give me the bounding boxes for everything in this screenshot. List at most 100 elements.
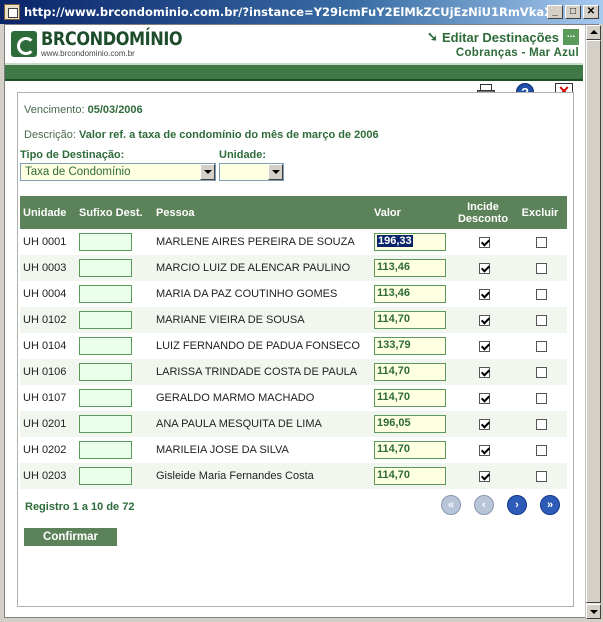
- scroll-up-button[interactable]: [586, 25, 601, 40]
- excluir-checkbox[interactable]: [536, 288, 547, 300]
- table-row: UH 0004 MARIA DA PAZ COUTINHO GOMES 113,46: [20, 281, 567, 307]
- valor-input[interactable]: 133,79: [374, 337, 446, 355]
- cell-unidade: UH 0107: [20, 385, 76, 411]
- excluir-checkbox[interactable]: [536, 262, 547, 274]
- col-unidade: Unidade: [20, 196, 76, 229]
- cell-unidade: UH 0004: [20, 281, 76, 307]
- col-incide-desconto: Incide Desconto: [453, 196, 513, 229]
- page-header: BRCONDOMÍNIO www.brcondominio.com.br ➘ E…: [5, 25, 583, 63]
- scroll-down-button[interactable]: [586, 604, 601, 619]
- brand-name: BRCONDOMÍNIO: [41, 28, 183, 50]
- cell-pessoa: GERALDO MARMO MACHADO: [153, 385, 371, 411]
- more-options-button[interactable]: ...: [563, 29, 579, 45]
- sufixo-input[interactable]: [79, 389, 132, 407]
- valor-input[interactable]: 114,70: [374, 441, 446, 459]
- valor-input[interactable]: 114,70: [374, 467, 446, 485]
- tipo-destinacao-select[interactable]: Taxa de Condomínio: [20, 163, 216, 181]
- chevron-down-icon[interactable]: [200, 164, 215, 180]
- incide-desconto-checkbox[interactable]: [479, 314, 490, 326]
- unidade-filter-label: Unidade:: [219, 149, 267, 161]
- sufixo-input[interactable]: [79, 363, 132, 381]
- sufixo-input[interactable]: [79, 311, 132, 329]
- sufixo-input[interactable]: [79, 285, 132, 303]
- scroll-thumb[interactable]: [586, 40, 601, 603]
- incide-desconto-checkbox[interactable]: [479, 366, 490, 378]
- cell-pessoa: MARILEIA JOSE DA SILVA: [153, 437, 371, 463]
- confirm-button[interactable]: Confirmar: [24, 528, 117, 546]
- minimize-button[interactable]: _: [547, 5, 563, 19]
- window-title: http://www.brcondominio.com.br/?instance…: [24, 5, 547, 19]
- valor-input[interactable]: 114,70: [374, 389, 446, 407]
- excluir-checkbox[interactable]: [536, 366, 547, 378]
- cell-pessoa: MARIANE VIEIRA DE SOUSA: [153, 307, 371, 333]
- excluir-checkbox[interactable]: [536, 340, 547, 352]
- window-close-button[interactable]: ✕: [583, 5, 599, 19]
- valor-input[interactable]: 114,70: [374, 363, 446, 381]
- maximize-button[interactable]: □: [565, 5, 581, 19]
- cell-pessoa: MARIA DA PAZ COUTINHO GOMES: [153, 281, 371, 307]
- excluir-checkbox[interactable]: [536, 392, 547, 404]
- pagination-status: Registro 1 a 10 de 72: [25, 501, 135, 513]
- sufixo-input[interactable]: [79, 259, 132, 277]
- sufixo-input[interactable]: [79, 467, 132, 485]
- table-header-row: Unidade Sufixo Dest. Pessoa Valor Incide…: [20, 196, 567, 229]
- vencimento-value: 05/03/2006: [87, 104, 143, 116]
- next-page-button[interactable]: ›: [507, 495, 527, 515]
- tipo-destinacao-value: Taxa de Condomínio: [25, 166, 131, 178]
- cell-unidade: UH 0106: [20, 359, 76, 385]
- table-row: UH 0201 ANA PAULA MESQUITA DE LIMA 196,05: [20, 411, 567, 437]
- incide-desconto-checkbox[interactable]: [479, 236, 490, 248]
- window-titlebar: http://www.brcondominio.com.br/?instance…: [0, 0, 603, 24]
- excluir-checkbox[interactable]: [536, 444, 547, 456]
- table-row: UH 0003 MARCIO LUIZ DE ALENCAR PAULINO 113…: [20, 255, 567, 281]
- brand-logo: BRCONDOMÍNIO www.brcondominio.com.br: [11, 29, 207, 58]
- table-row: UH 0102 MARIANE VIEIRA DE SOUSA 114,70: [20, 307, 567, 333]
- table-row: UH 0001 MARLENE AIRES PEREIRA DE SOUZA 196…: [20, 229, 567, 255]
- incide-desconto-checkbox[interactable]: [479, 444, 490, 456]
- vencimento-row: Vencimento: 05/03/2006: [24, 104, 143, 116]
- cell-pessoa: Gisleide Maria Fernandes Costa: [153, 463, 371, 489]
- sufixo-input[interactable]: [79, 337, 132, 355]
- valor-input[interactable]: 196,05: [374, 415, 446, 433]
- incide-desconto-checkbox[interactable]: [479, 470, 490, 482]
- descricao-label: Descrição:: [24, 129, 76, 141]
- vertical-scrollbar[interactable]: [585, 25, 601, 619]
- cell-pessoa: MARLENE AIRES PEREIRA DE SOUZA: [153, 229, 371, 255]
- vencimento-label: Vencimento:: [24, 104, 85, 116]
- incide-desconto-checkbox[interactable]: [479, 262, 490, 274]
- cell-unidade: UH 0104: [20, 333, 76, 359]
- table-row: UH 0104 LUIZ FERNANDO DE PADUA FONSECO 133…: [20, 333, 567, 359]
- cell-unidade: UH 0001: [20, 229, 76, 255]
- prev-page-button[interactable]: ‹: [474, 495, 494, 515]
- cell-unidade: UH 0003: [20, 255, 76, 281]
- first-page-button[interactable]: «: [441, 495, 461, 515]
- brand-site: www.brcondominio.com.br: [41, 49, 135, 58]
- incide-desconto-checkbox[interactable]: [479, 392, 490, 404]
- table-row: UH 0202 MARILEIA JOSE DA SILVA 114,70: [20, 437, 567, 463]
- incide-desconto-checkbox[interactable]: [479, 340, 490, 352]
- valor-input[interactable]: 196,33: [374, 233, 446, 251]
- excluir-checkbox[interactable]: [536, 470, 547, 482]
- table-row: UH 0106 LARISSA TRINDADE COSTA DE PAULA 11…: [20, 359, 567, 385]
- last-page-button[interactable]: »: [540, 495, 560, 515]
- incide-desconto-checkbox[interactable]: [479, 418, 490, 430]
- cell-pessoa: LARISSA TRINDADE COSTA DE PAULA: [153, 359, 371, 385]
- sufixo-input[interactable]: [79, 415, 132, 433]
- incide-desconto-checkbox[interactable]: [479, 288, 490, 300]
- excluir-checkbox[interactable]: [536, 236, 547, 248]
- chevron-down-icon[interactable]: [268, 164, 283, 180]
- sufixo-input[interactable]: [79, 233, 132, 251]
- valor-input[interactable]: 113,46: [374, 285, 446, 303]
- browser-icon: [4, 4, 20, 20]
- table-row: UH 0203 Gisleide Maria Fernandes Costa 114…: [20, 463, 567, 489]
- header-divider-bar: [5, 63, 583, 81]
- unidade-select[interactable]: [219, 163, 284, 181]
- valor-input[interactable]: 114,70: [374, 311, 446, 329]
- valor-input[interactable]: 113,46: [374, 259, 446, 277]
- page-title: Editar Destinações: [441, 29, 559, 45]
- excluir-checkbox[interactable]: [536, 418, 547, 430]
- cell-pessoa: ANA PAULA MESQUITA DE LIMA: [153, 411, 371, 437]
- descricao-row: Descrição: Valor ref. a taxa de condomín…: [24, 129, 379, 141]
- excluir-checkbox[interactable]: [536, 314, 547, 326]
- sufixo-input[interactable]: [79, 441, 132, 459]
